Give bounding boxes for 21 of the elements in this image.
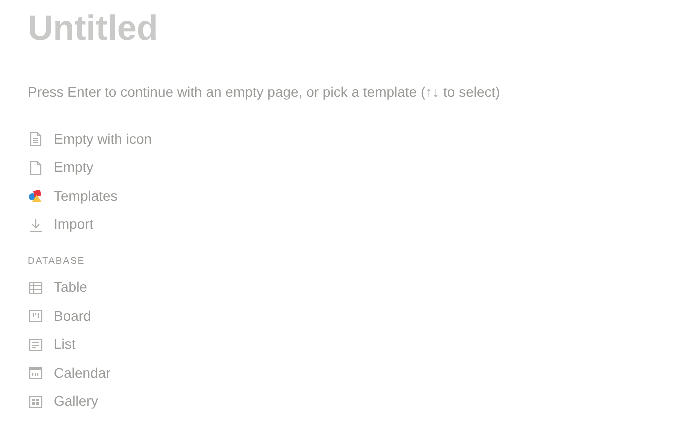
download-icon bbox=[28, 216, 44, 233]
option-label[interactable]: Import bbox=[54, 214, 94, 236]
option-label[interactable]: Empty with icon bbox=[54, 128, 152, 150]
option-label[interactable]: Templates bbox=[54, 186, 118, 207]
option-label[interactable]: Empty bbox=[54, 157, 94, 178]
board-icon bbox=[28, 308, 44, 324]
option-label[interactable]: Gallery bbox=[54, 391, 98, 412]
calendar-icon bbox=[28, 365, 44, 381]
table-icon bbox=[28, 280, 44, 296]
section-heading: DATABASE bbox=[28, 255, 86, 269]
templates-icon bbox=[28, 188, 44, 204]
option-label[interactable]: Calendar bbox=[54, 362, 111, 384]
hint-text: Press Enter to continue with an empty page, or pick a template (↑↓ to select) bbox=[28, 83, 502, 102]
option-label[interactable]: Table bbox=[54, 277, 88, 298]
option-label[interactable]: Board bbox=[54, 306, 92, 326]
list-icon bbox=[28, 336, 44, 352]
gallery-icon bbox=[28, 394, 44, 410]
page-title[interactable]: Untitled bbox=[28, 8, 672, 50]
document-icon bbox=[28, 160, 44, 176]
document-icon bbox=[28, 131, 44, 148]
option-label[interactable]: List bbox=[54, 334, 76, 355]
